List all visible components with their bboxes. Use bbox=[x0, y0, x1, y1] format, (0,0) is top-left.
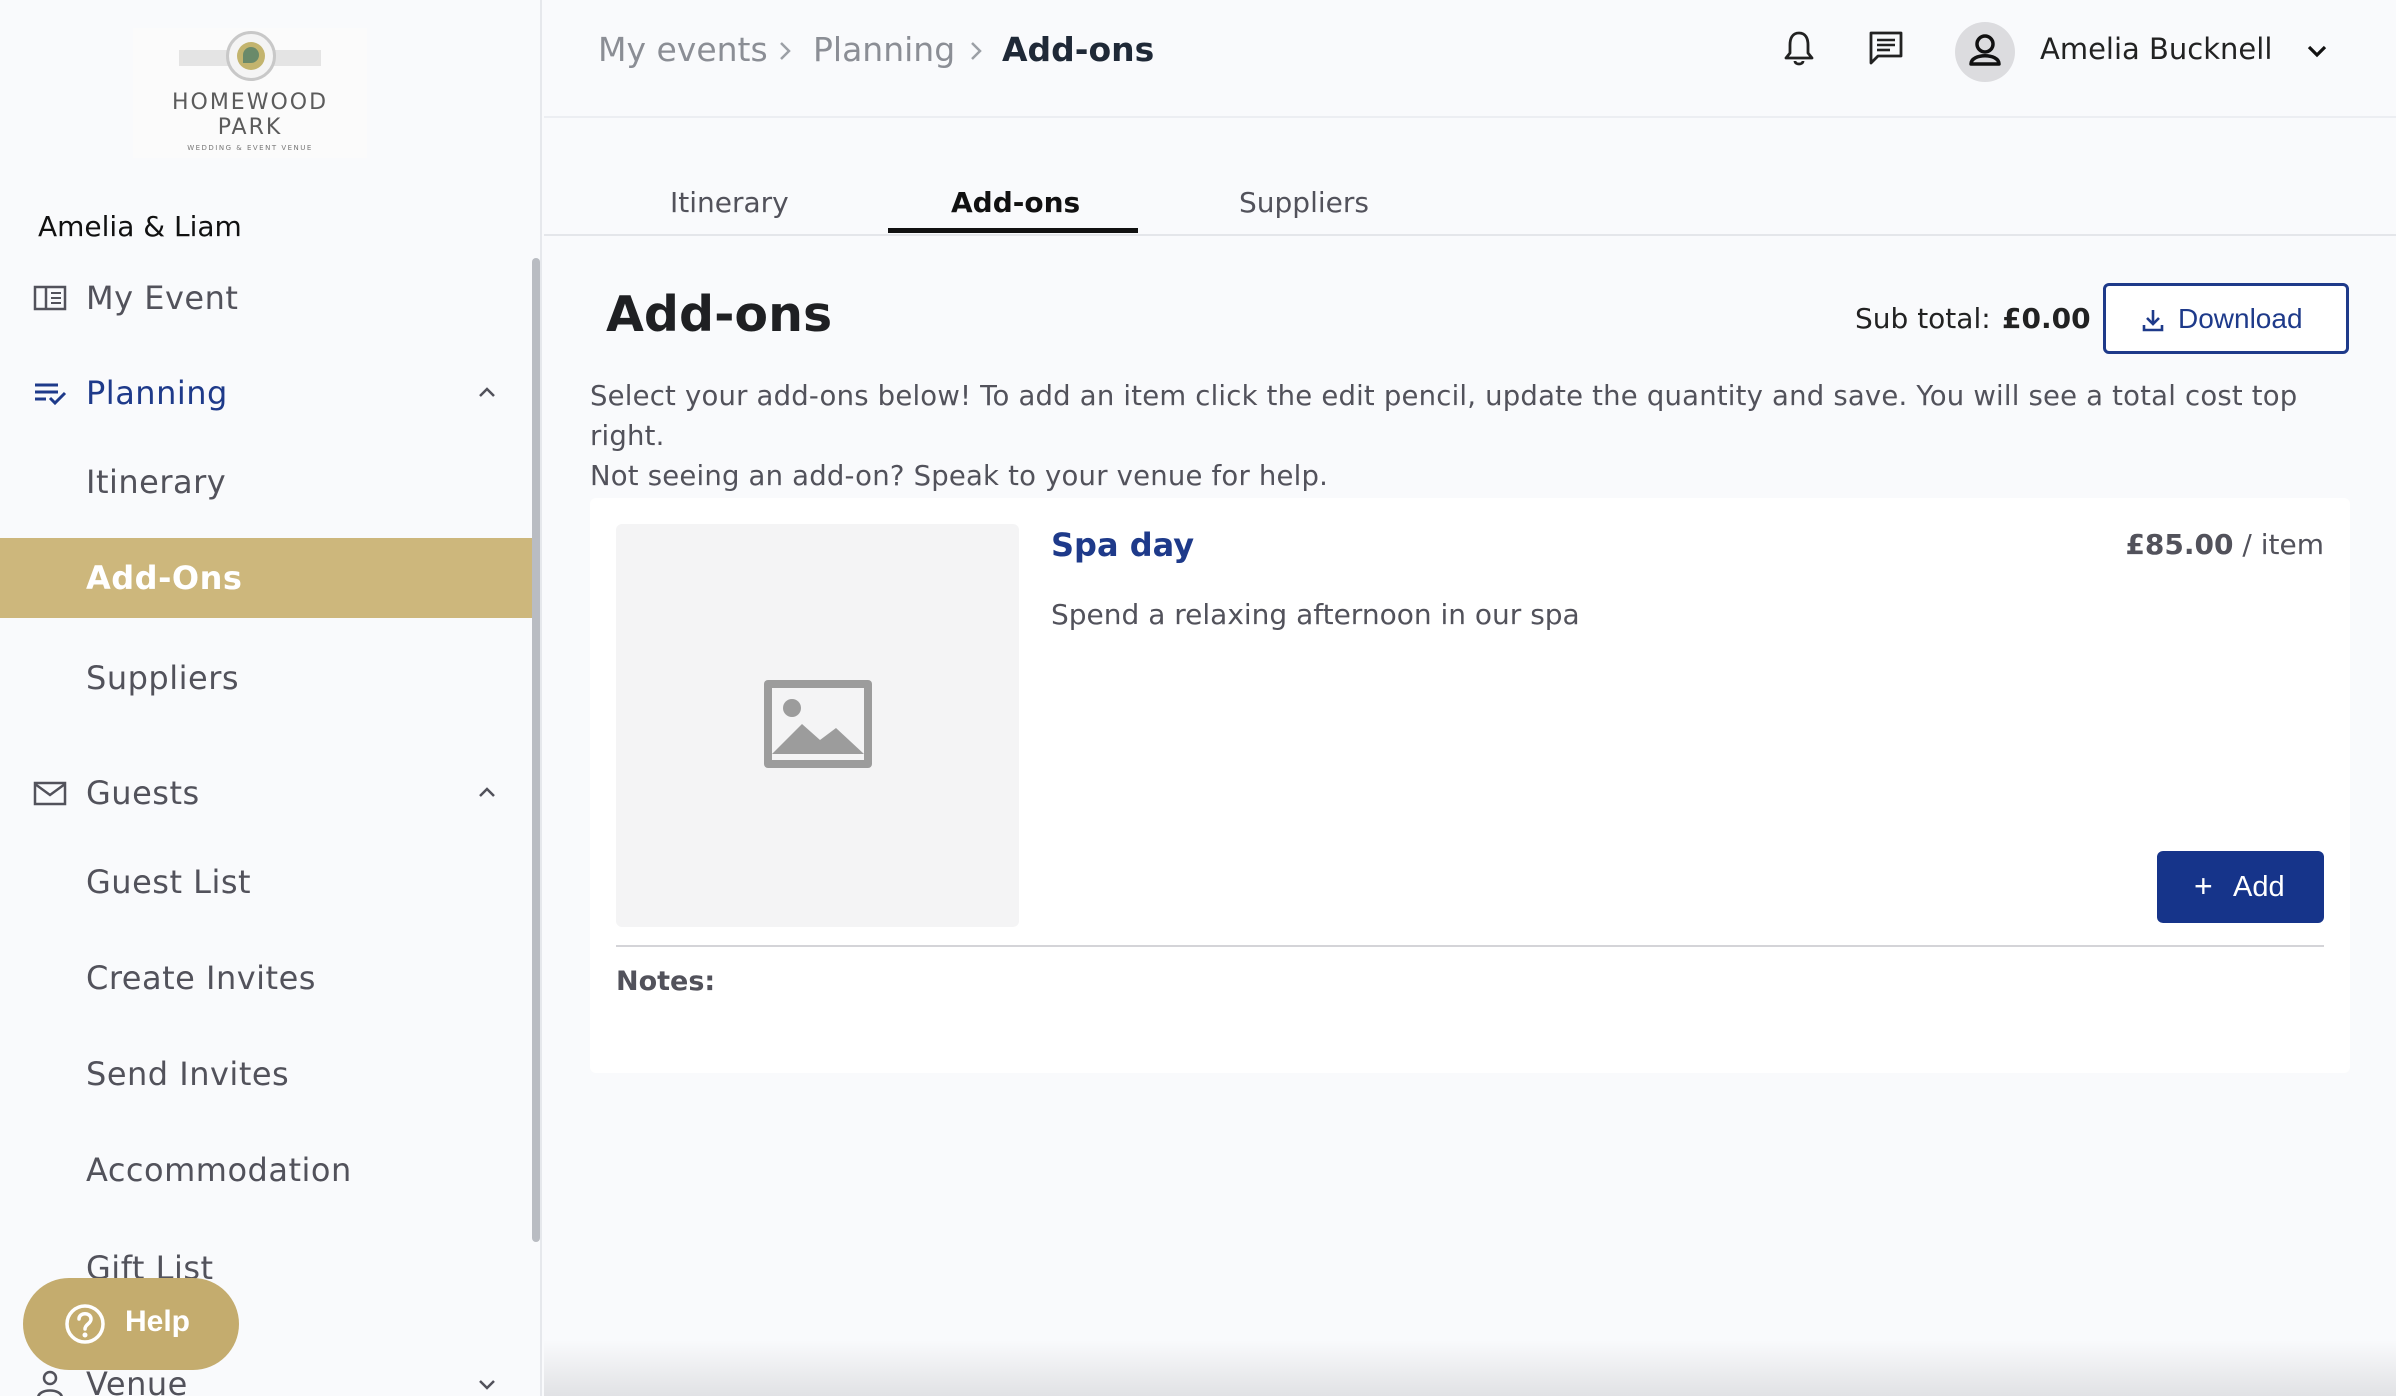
card-divider bbox=[616, 945, 2324, 947]
help-button-label: Help bbox=[125, 1305, 191, 1338]
user-name[interactable]: Amelia Bucknell bbox=[2040, 32, 2272, 66]
chevron-down-icon[interactable] bbox=[2302, 36, 2332, 66]
chevron-right-icon bbox=[780, 42, 791, 60]
sidebar-item-label: Planning bbox=[86, 374, 228, 412]
addon-price-amount: £85.00 bbox=[2125, 528, 2234, 561]
sidebar-item-label: Send Invites bbox=[86, 1055, 290, 1093]
subtotal-value: £0.00 bbox=[2002, 302, 2091, 335]
chevron-up-icon[interactable] bbox=[474, 780, 500, 806]
sidebar-item-my-event[interactable]: My Event bbox=[0, 258, 534, 338]
logo-brand-line2: PARK bbox=[217, 115, 283, 140]
sidebar-item-add-ons[interactable]: Add-Ons bbox=[0, 538, 534, 618]
sidebar-item-guests[interactable]: Guests bbox=[0, 753, 534, 833]
chevron-right-icon bbox=[971, 42, 982, 60]
add-button-label: Add bbox=[2233, 871, 2285, 903]
help-button[interactable]: Help bbox=[23, 1278, 239, 1370]
intro-text: Select your add-ons below! To add an ite… bbox=[590, 376, 2350, 496]
download-button-label: Download bbox=[2178, 303, 2303, 334]
event-couple-name: Amelia & Liam bbox=[38, 210, 242, 243]
sidebar-item-planning[interactable]: Planning bbox=[0, 353, 534, 433]
plus-icon: + bbox=[2194, 868, 2213, 904]
sidebar-scrollbar[interactable] bbox=[532, 258, 540, 1242]
sidebar-item-label: Add-Ons bbox=[86, 559, 243, 597]
chevron-up-icon[interactable] bbox=[474, 380, 500, 406]
download-icon bbox=[2142, 310, 2164, 332]
sidebar-item-label: Accommodation bbox=[86, 1151, 352, 1189]
download-button[interactable]: Download bbox=[2103, 283, 2349, 354]
subtotal-label: Sub total: bbox=[1855, 302, 1991, 335]
logo-brand-line1: HOMEWOOD bbox=[171, 90, 329, 115]
image-icon bbox=[764, 680, 872, 768]
addon-price-unit: / item bbox=[2233, 528, 2324, 561]
avatar[interactable] bbox=[1955, 22, 2015, 82]
tab-add-ons[interactable]: Add-ons bbox=[951, 186, 1080, 219]
addon-card: Spa day £85.00 / item Spend a relaxing a… bbox=[590, 498, 2350, 1073]
active-tab-indicator bbox=[888, 228, 1138, 233]
sidebar-item-label: My Event bbox=[86, 279, 239, 317]
logo-leaf bbox=[243, 47, 259, 63]
sidebar: HOMEWOOD PARK WEDDING & EVENT VENUE Amel… bbox=[0, 0, 542, 1396]
envelope-icon bbox=[33, 781, 67, 806]
logo-tagline: WEDDING & EVENT VENUE bbox=[187, 144, 313, 152]
sidebar-item-label: Guest List bbox=[86, 863, 252, 901]
bottom-fade bbox=[544, 1340, 2396, 1396]
addon-image-placeholder bbox=[616, 524, 1019, 927]
addon-description: Spend a relaxing afternoon in our spa bbox=[1051, 598, 1580, 631]
chat-icon[interactable] bbox=[1866, 28, 1906, 68]
page-title: Add-ons bbox=[606, 286, 833, 343]
sidebar-item-send-invites[interactable]: Send Invites bbox=[0, 1034, 534, 1114]
sidebar-item-label: Create Invites bbox=[86, 959, 316, 997]
sidebar-item-itinerary[interactable]: Itinerary bbox=[0, 442, 534, 522]
top-bar: My events Planning Add-ons Amelia Buckne… bbox=[544, 0, 2396, 118]
user-icon bbox=[1969, 34, 2001, 66]
intro-line-2: Not seeing an add-on? Speak to your venu… bbox=[590, 460, 1329, 492]
bell-icon[interactable] bbox=[1779, 28, 1819, 68]
sidebar-item-label: Guests bbox=[86, 774, 200, 812]
breadcrumb-planning[interactable]: Planning bbox=[813, 30, 955, 69]
question-circle-icon bbox=[65, 1304, 105, 1344]
add-button[interactable]: + Add bbox=[2157, 851, 2324, 923]
planning-tabs: Itinerary Add-ons Suppliers bbox=[544, 120, 2396, 236]
tab-itinerary[interactable]: Itinerary bbox=[670, 186, 789, 219]
breadcrumb-add-ons: Add-ons bbox=[1002, 30, 1155, 69]
breadcrumb-my-events[interactable]: My events bbox=[598, 30, 768, 69]
venue-logo[interactable]: HOMEWOOD PARK WEDDING & EVENT VENUE bbox=[133, 28, 367, 158]
addon-price: £85.00 / item bbox=[2125, 528, 2324, 561]
chevron-down-icon[interactable] bbox=[474, 1371, 500, 1396]
sidebar-item-suppliers[interactable]: Suppliers bbox=[0, 638, 534, 718]
addon-title[interactable]: Spa day bbox=[1051, 526, 1194, 564]
sidebar-item-label: Itinerary bbox=[86, 463, 227, 501]
logo-seal bbox=[226, 31, 276, 81]
sidebar-item-label: Suppliers bbox=[86, 659, 240, 697]
notes-label: Notes: bbox=[616, 966, 716, 997]
sidebar-item-accommodation[interactable]: Accommodation bbox=[0, 1130, 534, 1210]
intro-line-1: Select your add-ons below! To add an ite… bbox=[590, 380, 2298, 452]
logo-brand: HOMEWOOD PARK bbox=[133, 90, 367, 140]
sidebar-item-guest-list[interactable]: Guest List bbox=[0, 842, 534, 922]
sidebar-item-create-invites[interactable]: Create Invites bbox=[0, 938, 534, 1018]
person-icon bbox=[37, 1370, 63, 1396]
tab-suppliers[interactable]: Suppliers bbox=[1239, 186, 1369, 219]
book-open-icon bbox=[33, 285, 67, 311]
checklist-icon bbox=[35, 383, 67, 406]
